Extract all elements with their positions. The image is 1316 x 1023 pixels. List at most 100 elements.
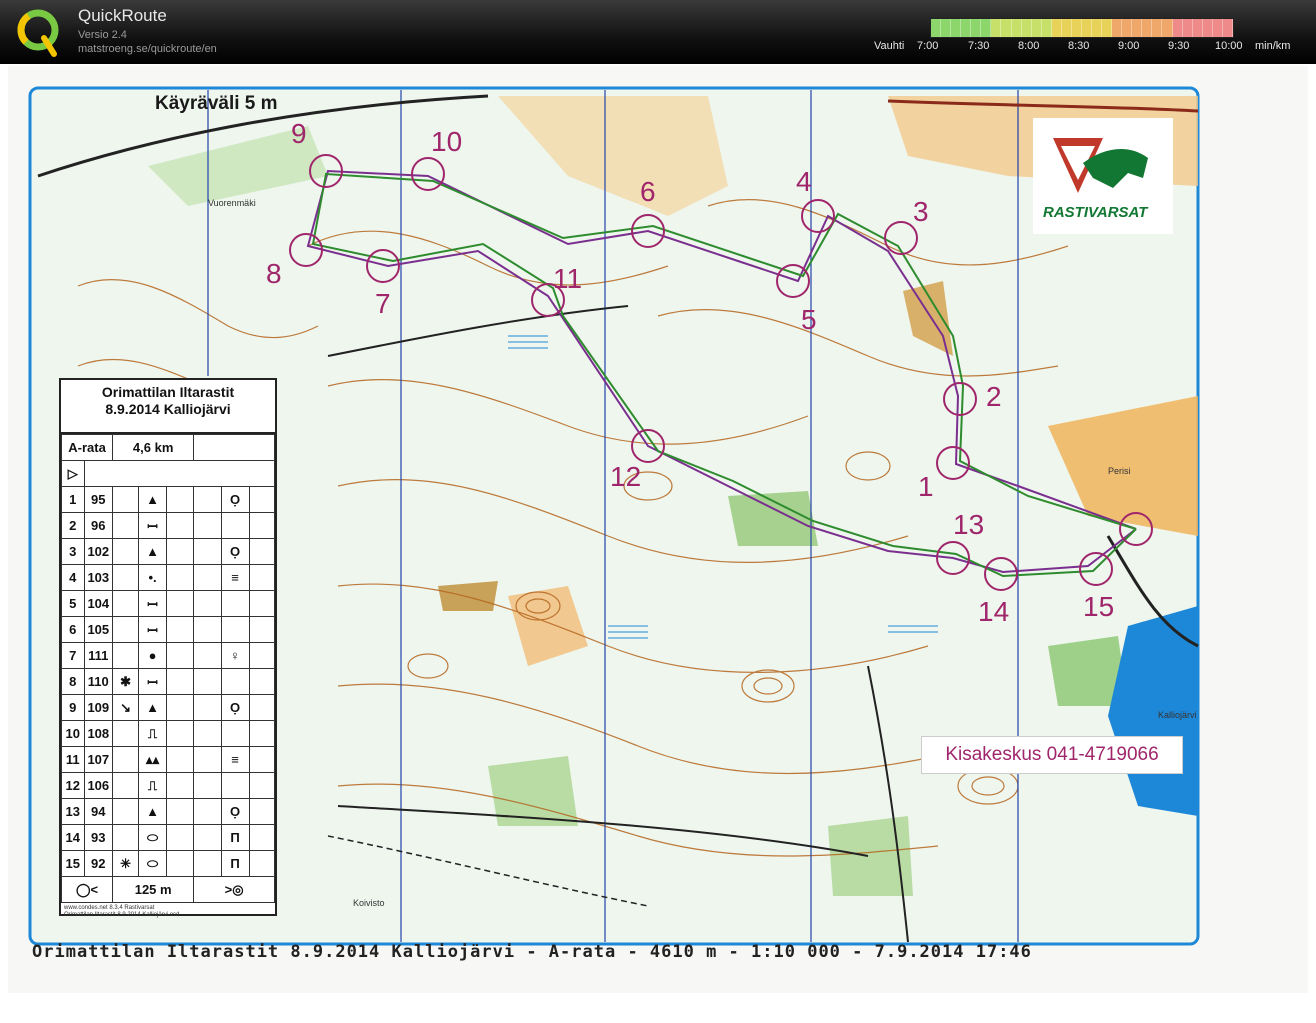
- event-center-label: Kisakeskus 041-4719066: [921, 736, 1183, 774]
- other-cell: [248, 590, 275, 617]
- other-cell: [248, 512, 275, 539]
- description-row: 9 109 ↘ ▲ Ọ: [61, 694, 275, 721]
- pace-swatch: [1142, 19, 1153, 37]
- control-number: 7: [375, 288, 391, 319]
- other-cell: [248, 486, 275, 513]
- location-icon: [220, 512, 250, 539]
- vegetation: [828, 816, 913, 896]
- description-title-line2: 8.9.2014 Kalliojärvi: [105, 401, 231, 417]
- control-number-cell: 7: [61, 642, 85, 669]
- feature-icon: ▲: [138, 486, 168, 513]
- dimension-cell: [193, 798, 222, 825]
- pace-swatch: [961, 19, 972, 37]
- pace-swatch: [1202, 19, 1213, 37]
- pace-swatch: [991, 19, 1002, 37]
- location-icon: [220, 720, 250, 747]
- dimension-cell: [193, 850, 222, 877]
- description-row: 5 104 ꟷ: [61, 590, 275, 617]
- pace-tick: 9:00: [1118, 40, 1140, 52]
- feature-icon: •.: [138, 564, 168, 591]
- location-icon: [220, 616, 250, 643]
- dimension-cell: [193, 746, 222, 773]
- other-cell: [248, 564, 275, 591]
- control-number-cell: 14: [61, 824, 85, 851]
- map-footer-caption: Orimattilan Iltarastit 8.9.2014 Kalliojä…: [32, 942, 1032, 962]
- pace-color-scale: [930, 18, 1234, 38]
- direction-cell: [112, 772, 140, 799]
- control-code-cell: 105: [83, 616, 114, 643]
- dimension-cell: [193, 772, 222, 799]
- control-code-cell: 103: [83, 564, 114, 591]
- pace-swatch: [931, 19, 942, 37]
- direction-cell: [112, 512, 140, 539]
- control-code-cell: 93: [83, 824, 114, 851]
- control-number: 13: [953, 509, 984, 540]
- direction-cell: [112, 746, 140, 773]
- pace-swatch: [1152, 19, 1163, 37]
- finish-arrow-icon: ◯<: [60, 876, 114, 903]
- app-url[interactable]: matstroeng.se/quickroute/en: [78, 43, 217, 55]
- other-cell: [248, 772, 275, 799]
- control-code-cell: 94: [83, 798, 114, 825]
- description-row: 13 94 ▲ Ọ: [61, 798, 275, 825]
- other-cell: [248, 694, 275, 721]
- control-number-cell: 15: [61, 850, 85, 877]
- control-number-cell: 6: [61, 616, 85, 643]
- direction-cell: [112, 798, 140, 825]
- pace-swatch: [1182, 19, 1193, 37]
- pace-swatch: [1051, 19, 1062, 37]
- location-icon: Π: [220, 850, 250, 877]
- control-description-sheet: Orimattilan Iltarastit 8.9.2014 Kalliojä…: [59, 378, 277, 918]
- control-code-cell: 106: [83, 772, 114, 799]
- dimension-cell: [193, 564, 222, 591]
- location-icon: ≡: [220, 746, 250, 773]
- pace-swatch: [1041, 19, 1052, 37]
- location-icon: ≡: [220, 564, 250, 591]
- app-header: QuickRoute Versio 2.4 matstroeng.se/quic…: [0, 0, 1316, 64]
- description-row: 12 106 ⎍: [61, 772, 275, 799]
- pace-swatch: [1031, 19, 1042, 37]
- other-cell: [248, 850, 275, 877]
- appearance-icon: [166, 798, 195, 825]
- feature-icon: ꟷ: [138, 668, 168, 695]
- appearance-icon: [166, 538, 195, 565]
- description-footnote: Orimattilan Iltarastit 8.9.2014 Kalliojä…: [64, 912, 180, 918]
- direction-cell: [112, 590, 140, 617]
- appearance-icon: [166, 564, 195, 591]
- pace-tick: 8:00: [1018, 40, 1040, 52]
- control-number-cell: 5: [61, 590, 85, 617]
- control-number: 4: [796, 166, 812, 197]
- place-name: Kalliojärvi: [1158, 710, 1197, 720]
- control-number-cell: 8: [61, 668, 85, 695]
- control-number-cell: 13: [61, 798, 85, 825]
- feature-icon: ▲: [138, 538, 168, 565]
- control-number-cell: 1: [61, 486, 85, 513]
- pace-unit: min/km: [1255, 40, 1291, 52]
- description-row: 11 107 ▴▴ ≡: [61, 746, 275, 773]
- control-number: 5: [801, 304, 817, 335]
- other-cell: [248, 798, 275, 825]
- pace-swatch: [1162, 19, 1173, 37]
- appearance-icon: [166, 772, 195, 799]
- control-code-cell: 110: [83, 668, 114, 695]
- dimension-cell: [193, 538, 222, 565]
- pace-swatch: [941, 19, 952, 37]
- direction-cell: [112, 720, 140, 747]
- pace-swatch: [1092, 19, 1103, 37]
- sponsor-logo: RASTIVARSAT: [1033, 118, 1173, 234]
- appearance-icon: [166, 590, 195, 617]
- app-version: Versio 2.4: [78, 29, 127, 41]
- pace-label: Vauhti: [874, 40, 905, 52]
- description-title: Orimattilan Iltarastit 8.9.2014 Kalliojä…: [61, 380, 275, 434]
- feature-icon: ⎍: [138, 720, 168, 747]
- control-number-cell: 10: [61, 720, 85, 747]
- course-length: 4,6 km: [112, 434, 195, 461]
- appearance-icon: [166, 694, 195, 721]
- sponsor-name: RASTIVARSAT: [1043, 204, 1148, 221]
- pace-swatch: [1011, 19, 1022, 37]
- start-triangle-icon: ▷: [61, 460, 85, 487]
- description-row: 4 103 •. ≡: [61, 564, 275, 591]
- pace-swatch: [1122, 19, 1133, 37]
- feature-icon: ▲: [138, 798, 168, 825]
- pace-tick: 10:00: [1215, 40, 1243, 52]
